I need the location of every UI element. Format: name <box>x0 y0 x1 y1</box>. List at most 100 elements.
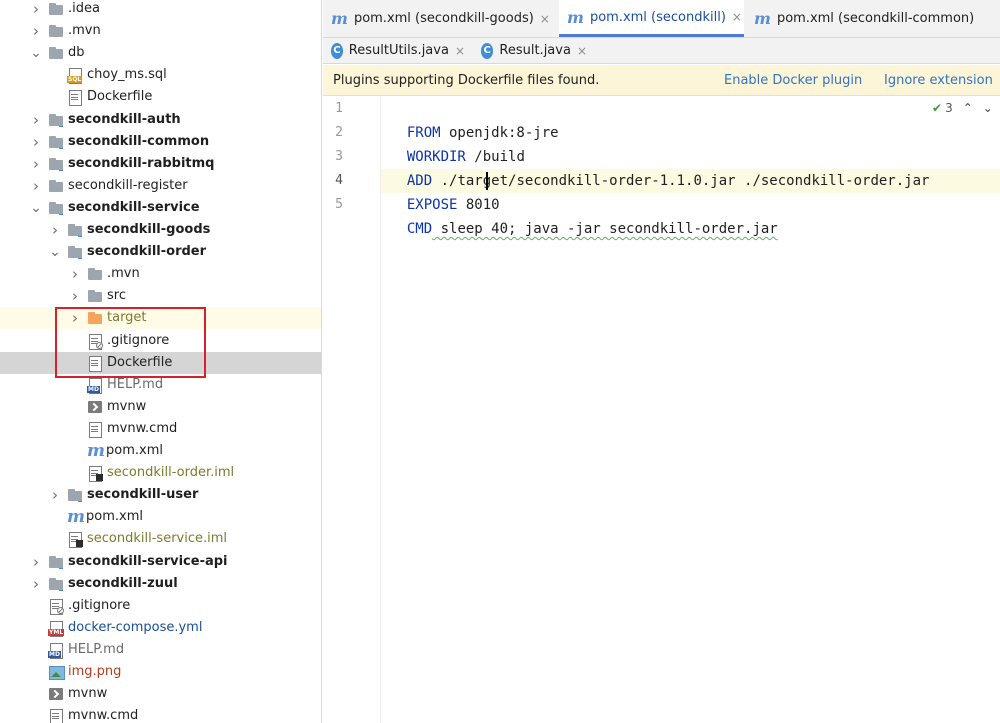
tree-item[interactable]: › secondkill-user <box>0 484 321 506</box>
tree-item[interactable]: SQL choy_ms.sql <box>0 64 321 86</box>
tree-item[interactable]: › secondkill-service-api <box>0 551 321 573</box>
tree-item[interactable]: › secondkill-zuul <box>0 573 321 595</box>
chevron-right-icon[interactable]: › <box>30 20 42 42</box>
maven-icon: m <box>67 507 85 528</box>
tree-item[interactable]: secondkill-order.iml <box>0 462 321 484</box>
tree-item[interactable]: › .idea <box>0 0 321 20</box>
module-folder-icon <box>48 156 64 172</box>
check-icon: ✔ <box>932 101 943 115</box>
chevron-down-icon[interactable]: ⌄ <box>49 241 61 263</box>
chevron-down-icon[interactable]: ⌄ <box>30 197 42 219</box>
tree-item[interactable]: ⌄ db <box>0 42 321 64</box>
enable-docker-plugin-link[interactable]: Enable Docker plugin <box>724 73 862 88</box>
tree-item-label: src <box>107 288 126 304</box>
tree-item[interactable]: mvnw <box>0 683 321 705</box>
chevron-down-icon[interactable]: ⌄ <box>30 42 42 64</box>
tree-item-label: mvnw.cmd <box>68 708 139 723</box>
tree-item-label: .gitignore <box>68 597 131 613</box>
tree-item[interactable]: .gitignore <box>0 595 321 617</box>
folder-icon <box>48 23 64 39</box>
tree-item-label: .idea <box>68 1 100 16</box>
chevron-right-icon[interactable]: › <box>30 153 42 175</box>
tree-item[interactable]: secondkill-service.iml <box>0 528 321 550</box>
chevron-up-icon[interactable]: ⌃ <box>963 101 973 115</box>
tree-item[interactable]: › src <box>0 285 321 307</box>
tab-pom-secondkill-common[interactable]: m pom.xml (secondkill-common) <box>746 0 1000 37</box>
tree-item-label: docker-compose.yml <box>68 619 203 635</box>
tree-item-label: secondkill-service <box>68 199 200 215</box>
tree-item[interactable]: ⌄ secondkill-order <box>0 241 321 263</box>
tree-item-label: mvnw <box>68 686 108 702</box>
tab-pom-secondkill-goods[interactable]: m pom.xml (secondkill-goods) × <box>323 0 557 37</box>
tree-item[interactable]: › secondkill-auth <box>0 109 321 131</box>
line-number-gutter: 1 2 3 4 5 <box>323 96 381 723</box>
inspection-widget[interactable]: ✔ 3 ⌃ ⌄ <box>932 101 993 115</box>
red-highlight-box <box>55 307 206 378</box>
tree-item[interactable]: img.png <box>0 661 321 683</box>
tree-item[interactable]: m pom.xml <box>0 440 321 462</box>
tree-item[interactable]: › secondkill-rabbitmq <box>0 153 321 175</box>
chevron-right-icon[interactable]: › <box>30 573 42 595</box>
tab-label: pom.xml (secondkill) <box>589 9 726 25</box>
chevron-right-icon[interactable]: › <box>30 109 42 131</box>
folder-icon <box>48 45 64 61</box>
tree-item[interactable]: Dockerfile <box>0 86 321 108</box>
tree-item[interactable]: › .mvn <box>0 263 321 285</box>
file-icon <box>67 89 83 107</box>
tree-item[interactable]: ⌄ secondkill-service <box>0 197 321 219</box>
tree-item[interactable]: mvnw.cmd <box>0 705 321 723</box>
tree-item-label: secondkill-zuul <box>68 575 178 591</box>
banner-text: Plugins supporting Dockerfile files foun… <box>333 72 600 88</box>
tree-item[interactable]: MD HELP.md <box>0 639 321 661</box>
close-icon[interactable]: × <box>540 12 550 26</box>
tree-item[interactable]: › secondkill-common <box>0 131 321 153</box>
tree-item-label: secondkill-order <box>87 244 207 260</box>
tree-item-label: HELP.md <box>68 641 125 657</box>
chevron-down-icon[interactable]: ⌄ <box>983 101 993 115</box>
close-icon[interactable]: × <box>732 10 742 24</box>
folder-icon <box>48 178 64 194</box>
close-icon[interactable]: × <box>577 44 587 58</box>
module-folder-icon <box>67 222 83 238</box>
tab-result-java[interactable]: C Result.java × <box>473 38 593 63</box>
tree-item-label: img.png <box>68 664 122 679</box>
tree-item[interactable]: m pom.xml <box>0 506 321 528</box>
md-file-icon: MD <box>87 377 103 394</box>
tab-resultutils-java[interactable]: C ResultUtils.java × <box>323 38 471 63</box>
tree-item[interactable]: mvnw.cmd <box>0 418 321 440</box>
tree-item[interactable]: YML docker-compose.yml <box>0 617 321 639</box>
module-folder-icon <box>48 554 64 570</box>
folder-icon <box>87 266 103 282</box>
chevron-right-icon[interactable]: › <box>49 219 61 241</box>
maven-icon: m <box>754 9 771 28</box>
close-icon[interactable]: × <box>455 44 465 58</box>
ignore-extension-link[interactable]: Ignore extension <box>884 73 993 88</box>
module-folder-icon <box>67 487 83 504</box>
sql-file-icon: SQL <box>67 67 83 85</box>
chevron-right-icon[interactable]: › <box>30 0 42 20</box>
tree-item[interactable]: › secondkill-goods <box>0 219 321 241</box>
chevron-right-icon[interactable]: › <box>30 175 42 197</box>
module-folder-icon <box>48 200 64 216</box>
chevron-right-icon[interactable]: › <box>69 263 81 285</box>
editor-tabs-row-2: C ResultUtils.java × C Result.java × <box>323 38 1000 64</box>
tree-item[interactable]: mvnw <box>0 396 321 418</box>
tree-item-label: pom.xml <box>106 443 163 458</box>
tree-item[interactable]: › secondkill-register <box>0 175 321 197</box>
folder-icon <box>87 288 103 304</box>
chevron-right-icon[interactable]: › <box>49 484 61 506</box>
tree-item-label: pom.xml <box>86 509 143 525</box>
gitignore-file-icon <box>48 598 64 615</box>
tab-pom-secondkill[interactable]: m pom.xml (secondkill) × <box>559 0 744 37</box>
chevron-right-icon[interactable]: › <box>30 551 42 573</box>
tree-item-label: secondkill-goods <box>87 222 211 237</box>
code-line[interactable]: CMD sleep 40; java -jar secondkill-order… <box>390 193 778 241</box>
tree-item[interactable]: › .mvn <box>0 20 321 42</box>
terminal-file-icon <box>87 399 103 415</box>
chevron-right-icon[interactable]: › <box>30 131 42 153</box>
maven-icon: m <box>87 441 105 461</box>
tree-item-label: secondkill-service.iml <box>87 531 228 547</box>
tree-item-label: .mvn <box>107 266 140 282</box>
inspection-count: 3 <box>945 101 953 115</box>
chevron-right-icon[interactable]: › <box>69 285 81 307</box>
